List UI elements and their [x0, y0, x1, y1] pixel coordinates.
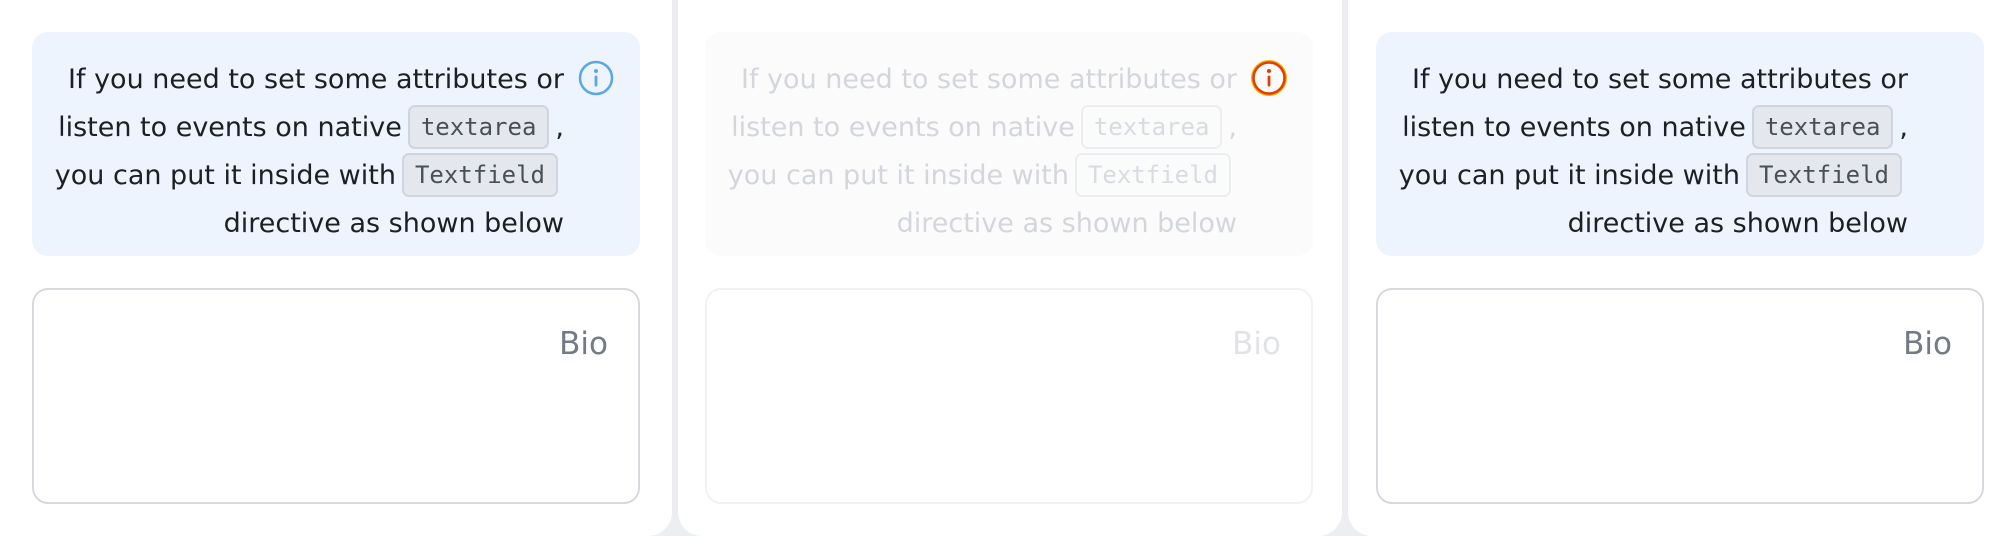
bio-textarea-disabled: Bio: [705, 288, 1313, 504]
info-message: If you need to set some attributes or li…: [4, 56, 564, 248]
info-message: If you need to set some attributes or li…: [677, 56, 1237, 248]
info-notification: If you need to set some attributes or li…: [705, 32, 1313, 256]
message-line-2-suffix: ,: [1899, 112, 1908, 143]
bio-label: Bio: [559, 326, 608, 362]
info-notification: If you need to set some attributes or li…: [32, 32, 640, 256]
code-textfield: Textfield: [1074, 153, 1231, 197]
bio-label: Bio: [1232, 326, 1281, 362]
message-line-4: directive as shown below: [1567, 208, 1908, 239]
code-textarea: textarea: [407, 105, 550, 149]
message-line-2-prefix: listen to events on native: [1402, 112, 1746, 143]
bio-textarea[interactable]: Bio: [1376, 288, 1984, 504]
message-line-3-prefix: you can put it inside with: [727, 160, 1069, 191]
bio-textarea[interactable]: Bio: [32, 288, 640, 504]
code-textfield: Textfield: [1745, 153, 1902, 197]
info-message: If you need to set some attributes or li…: [1348, 56, 1908, 248]
info-notification: If you need to set some attributes or li…: [1376, 32, 1984, 256]
message-line-4: directive as shown below: [223, 208, 564, 239]
bio-label: Bio: [1903, 326, 1952, 362]
info-icon: [578, 60, 614, 96]
message-line-3-prefix: you can put it inside with: [54, 160, 396, 191]
message-line-2-suffix: ,: [555, 112, 564, 143]
textfield-example-default: If you need to set some attributes or li…: [0, 0, 672, 536]
message-line-1: If you need to set some attributes or: [741, 64, 1237, 95]
code-textarea: textarea: [1080, 105, 1223, 149]
code-textfield: Textfield: [401, 153, 558, 197]
message-line-2-prefix: listen to events on native: [58, 112, 402, 143]
textfield-example-no-icon: If you need to set some attributes or li…: [1348, 0, 2016, 536]
code-textarea: textarea: [1751, 105, 1894, 149]
message-line-1: If you need to set some attributes or: [68, 64, 564, 95]
message-line-2-prefix: listen to events on native: [731, 112, 1075, 143]
message-line-3-prefix: you can put it inside with: [1398, 160, 1740, 191]
message-line-1: If you need to set some attributes or: [1412, 64, 1908, 95]
textfield-example-disabled: If you need to set some attributes or li…: [678, 0, 1342, 536]
message-line-2-suffix: ,: [1228, 112, 1237, 143]
message-line-4: directive as shown below: [896, 208, 1237, 239]
info-icon: [1251, 60, 1287, 96]
